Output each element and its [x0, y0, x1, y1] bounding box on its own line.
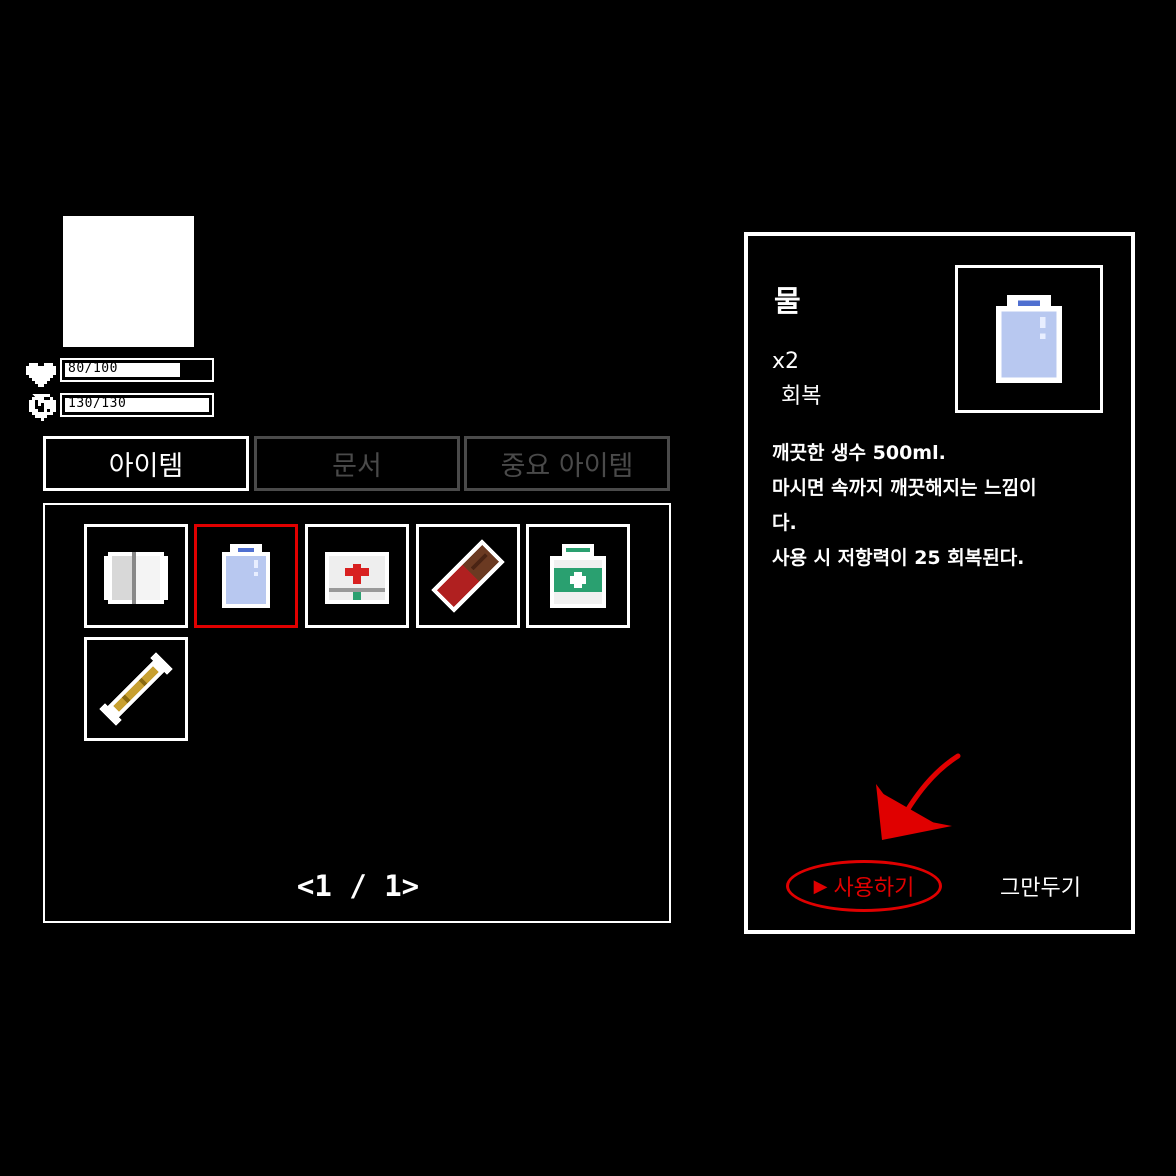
heart-icon — [26, 363, 56, 387]
character-portrait — [63, 216, 194, 347]
cancel-button[interactable]: 그만두기 — [1000, 870, 1081, 902]
inventory-slot-3[interactable] — [305, 524, 409, 628]
use-button-label: 사용하기 — [833, 876, 915, 901]
tab-key-items[interactable]: 중요 아이템 — [464, 436, 670, 491]
hp-text: 80/100 — [68, 361, 118, 376]
mind-bar: 130/130 — [60, 393, 214, 417]
inventory-slot-1[interactable] — [84, 524, 188, 628]
water-bottle-icon — [996, 295, 1062, 383]
first-aid-kit-icon — [325, 552, 389, 604]
description-line: 사용 시 저항력이 25 회복된다. — [772, 547, 1025, 569]
tab-documents[interactable]: 문서 — [254, 436, 460, 491]
medicine-bottle-icon — [550, 544, 606, 608]
item-type: 회복 — [781, 384, 822, 409]
bandage-roll-icon — [99, 652, 173, 726]
tab-items[interactable]: 아이템 — [43, 436, 249, 491]
inventory-slot-2[interactable] — [194, 524, 298, 628]
hp-bar: 80/100 — [60, 358, 214, 382]
description-line: 깨끗한 생수 500ml. — [772, 442, 946, 464]
description-line: 마시면 속까지 깨끗해지는 느낌이 — [772, 477, 1037, 499]
red-arrow-annotation — [876, 753, 961, 840]
inventory-slot-4[interactable] — [416, 524, 520, 628]
item-preview — [955, 265, 1103, 413]
mind-text: 130/130 — [68, 396, 127, 411]
inventory-slot-6[interactable] — [84, 637, 188, 741]
water-bottle-icon — [222, 544, 270, 608]
inventory-slot-5[interactable] — [526, 524, 630, 628]
chocolate-bar-icon — [431, 539, 505, 613]
item-name: 물 — [774, 284, 801, 318]
item-count: x2 — [772, 349, 800, 374]
item-description: 깨끗한 생수 500ml. 마시면 속까지 깨끗해지는 느낌이 다. 사용 시 … — [772, 436, 1112, 576]
page-indicator[interactable]: <1 / 1> — [286, 866, 430, 906]
play-arrow-icon: ▶ — [813, 875, 828, 897]
brain-icon — [29, 394, 56, 421]
use-button[interactable]: ▶ 사용하기 — [786, 860, 942, 912]
toilet-paper-icon — [104, 552, 168, 604]
description-line: 다. — [772, 512, 797, 534]
